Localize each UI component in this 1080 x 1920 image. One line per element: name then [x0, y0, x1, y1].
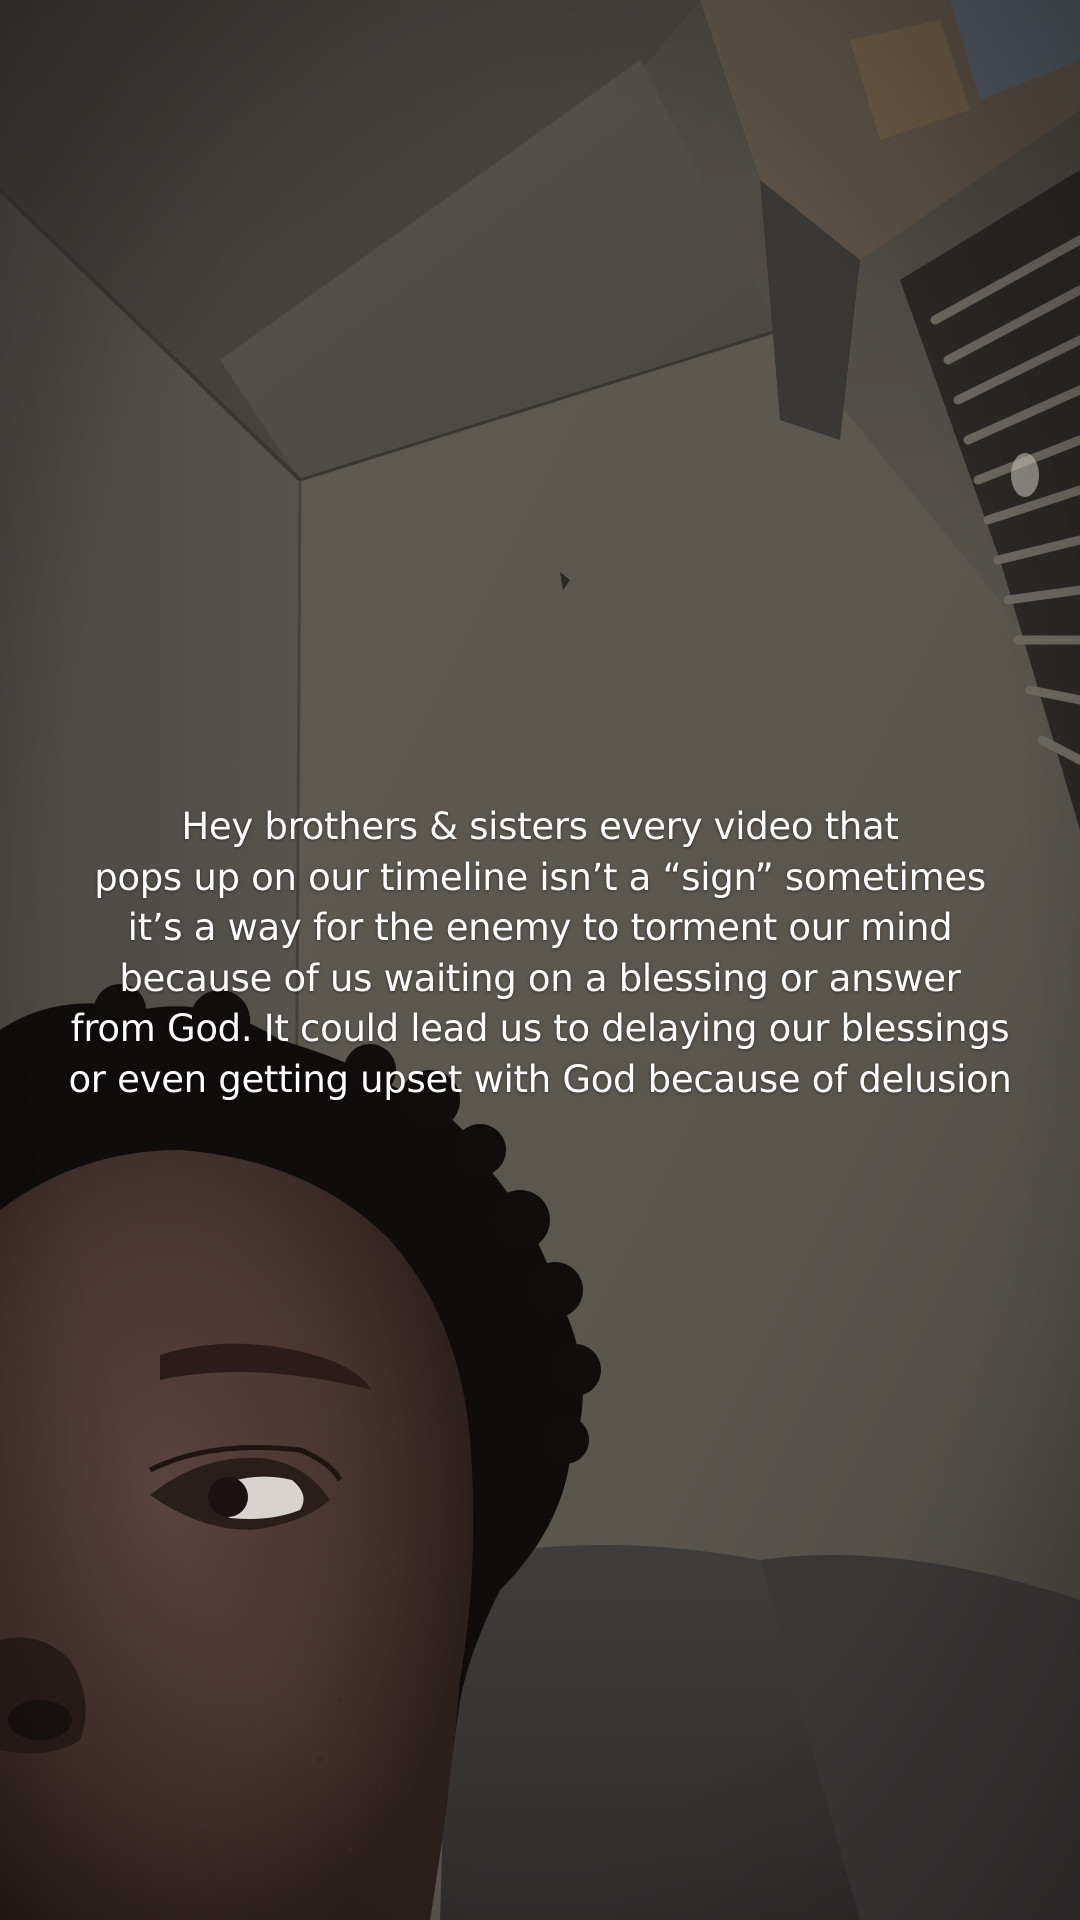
caption-line: it’s a way for the enemy to torment our …: [127, 906, 953, 949]
caption-line: from God. It could lead us to delaying o…: [70, 1007, 1010, 1050]
video-caption-overlay: Hey brothers & sisters every video that …: [30, 802, 1050, 1105]
caption-line: pops up on our timeline isn’t a “sign” s…: [94, 855, 986, 899]
caption-line: Hey brothers & sisters every video that: [181, 805, 899, 848]
caption-line: or even getting upset with God because o…: [68, 1057, 1012, 1101]
video-frame: Hey brothers & sisters every video that …: [0, 0, 1080, 1920]
caption-line: because of us waiting on a blessing or a…: [119, 956, 961, 1000]
